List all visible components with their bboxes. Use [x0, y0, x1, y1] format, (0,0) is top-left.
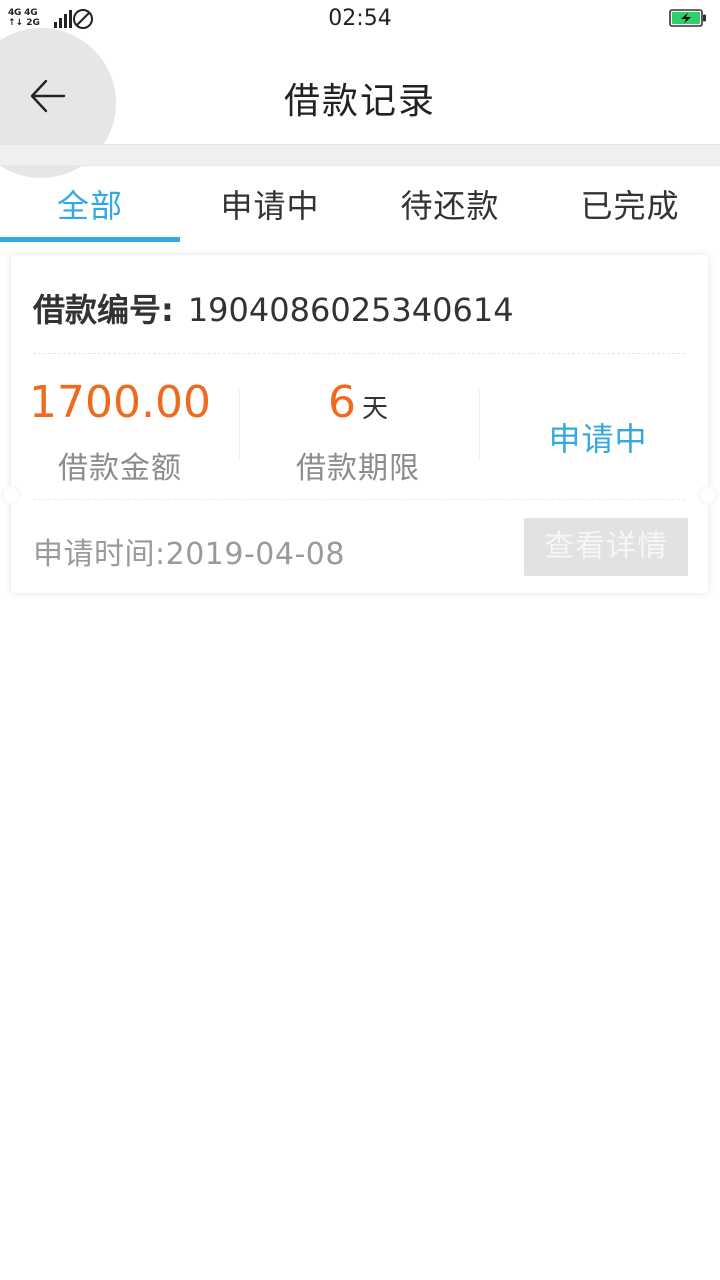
status-time: 02:54 [328, 6, 392, 31]
loan-number-row: 借款编号: 1904086025340614 [33, 285, 514, 331]
apply-time: 申请时间:2019-04-08 [33, 537, 345, 572]
loan-term-value-row: 6天 [249, 375, 467, 431]
card-notch-left [1, 485, 21, 505]
loan-status: 申请中 [548, 420, 648, 458]
divider [33, 499, 685, 500]
tab-applying[interactable]: 申请中 [180, 166, 360, 242]
loan-amount-block: 1700.00 借款金额 [11, 375, 229, 487]
loan-amount-value: 1700.00 [29, 377, 211, 428]
loan-term-block: 6天 借款期限 [249, 375, 467, 487]
active-tab-indicator [0, 237, 180, 242]
tab-bar: 全部 申请中 待还款 已完成 [0, 166, 720, 242]
card-notch-right [698, 485, 718, 505]
loan-number-label: 借款编号: [33, 291, 174, 329]
page-title: 借款记录 [283, 81, 436, 122]
loan-term-label: 借款期限 [296, 451, 420, 486]
battery-charging-icon [669, 9, 706, 27]
loan-record-card[interactable]: 借款编号: 1904086025340614 1700.00 借款金额 6天 借款… [1, 255, 718, 593]
column-divider [239, 389, 240, 461]
divider [33, 353, 685, 354]
loan-status-block: 申请中 [489, 375, 707, 467]
column-divider [479, 389, 480, 461]
loan-number-value: 1904086025340614 [187, 291, 514, 329]
loan-term-value: 6 [327, 377, 356, 428]
tab-pending-repayment[interactable]: 待还款 [360, 166, 540, 242]
screen: 4G 4G ↑↓ 2G 02:54 借款记录 全部 申请中 待还款 已完成 借款… [0, 0, 720, 1280]
loan-amount-label: 借款金额 [58, 451, 182, 486]
tab-completed[interactable]: 已完成 [540, 166, 720, 242]
view-details-button[interactable]: 查看详情 [524, 518, 688, 576]
status-bar: 4G 4G ↑↓ 2G 02:54 [0, 0, 720, 40]
header-divider [0, 144, 720, 166]
loan-term-unit: 天 [361, 394, 388, 424]
tab-all[interactable]: 全部 [0, 166, 180, 242]
